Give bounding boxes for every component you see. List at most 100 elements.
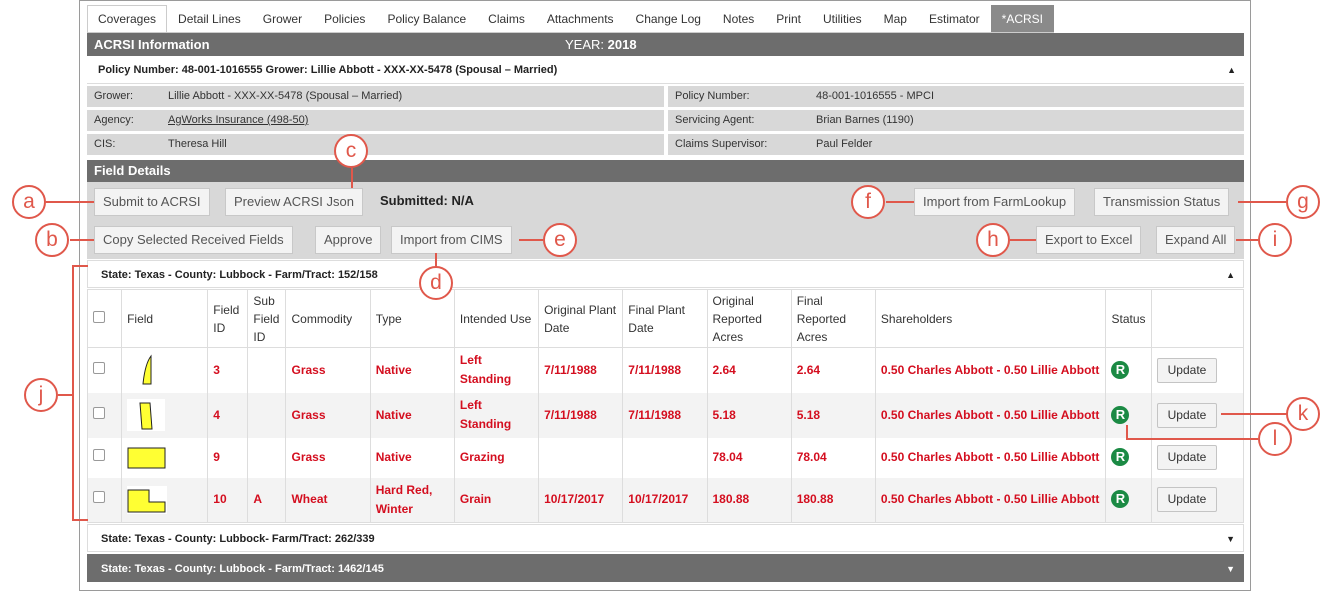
row-checkbox[interactable] — [93, 361, 105, 374]
grower-label: Grower: — [94, 90, 134, 102]
tab-acrsi[interactable]: *ACRSI — [990, 5, 1055, 32]
tab-detail-lines[interactable]: Detail Lines — [167, 5, 252, 32]
approve-button[interactable]: Approve — [315, 226, 382, 254]
callout-k-line — [1221, 413, 1287, 415]
policy-summary-row[interactable]: Policy Number: 48-001-1016555 Grower: Li… — [87, 57, 1244, 84]
policy-number-value: 48-001-1016555 - MPCI — [816, 90, 935, 102]
final-plant-date: 10/17/2017 — [622, 477, 708, 523]
policy-info-grid: Grower: Lillie Abbott - XXX-XX-5478 (Spou… — [87, 86, 1244, 159]
policy-number-cell: Policy Number: 48-001-1016555 - MPCI — [668, 86, 1244, 107]
callout-a-line — [46, 201, 94, 203]
tab-print[interactable]: Print — [765, 5, 812, 32]
import-from-cims-button[interactable]: Import from CIMS — [391, 226, 512, 254]
final-plant-date: 7/11/1988 — [622, 347, 708, 393]
preview-acrsi-json-button[interactable]: Preview ACRSI Json — [225, 188, 363, 216]
original-plant-date: 10/17/2017 — [538, 477, 624, 523]
update-button[interactable]: Update — [1156, 487, 1218, 513]
row-select-cell — [86, 347, 123, 393]
year-value: 2018 — [607, 37, 637, 52]
shareholders: 0.50 Charles Abbott - 0.50 Lillie Abbott — [874, 477, 1107, 523]
update-button[interactable]: Update — [1156, 445, 1218, 470]
table-row: 3 Grass Native Left Standing 7/11/1988 7… — [86, 347, 1245, 393]
tab-claims[interactable]: Claims — [477, 5, 536, 32]
field-shape-thumbnail[interactable] — [127, 354, 166, 387]
commodity: Grass — [285, 437, 371, 478]
field-details-title: Field Details — [94, 163, 171, 178]
caret-up-icon[interactable]: ▲ — [1226, 261, 1235, 289]
callout-c: c — [334, 134, 368, 168]
col-status: Status — [1105, 289, 1152, 348]
claims-supervisor-cell: Claims Supervisor: Paul Felder — [668, 134, 1244, 155]
field-shape-thumbnail[interactable] — [127, 444, 168, 471]
field-shape-thumbnail[interactable] — [127, 399, 166, 431]
status-badge: R — [1111, 360, 1130, 379]
action-cell: Update — [1150, 347, 1245, 393]
tab-bar: Coverages Detail Lines Grower Policies P… — [87, 5, 1055, 33]
original-acres: 2.64 — [706, 347, 792, 393]
tab-coverages[interactable]: Coverages — [87, 5, 168, 32]
commodity: Wheat — [285, 477, 371, 523]
tab-estimator[interactable]: Estimator — [918, 5, 991, 32]
tab-map[interactable]: Map — [873, 5, 918, 32]
table-header-row: Field Field ID Sub Field ID Commodity Ty… — [86, 289, 1245, 348]
select-all-checkbox[interactable] — [93, 310, 105, 323]
type: Hard Red, Winter — [369, 477, 455, 523]
col-commodity: Commodity — [285, 289, 371, 348]
import-from-farmlookup-button[interactable]: Import from FarmLookup — [914, 188, 1076, 216]
action-cell: Update — [1150, 477, 1245, 523]
callout-h-line — [1010, 239, 1036, 241]
submit-to-acrsi-button[interactable]: Submit to ACRSI — [94, 188, 210, 216]
commodity: Grass — [285, 347, 371, 393]
copy-selected-received-fields-button[interactable]: Copy Selected Received Fields — [94, 226, 293, 254]
farm-row-collapsed-selected[interactable]: State: Texas - County: Lubbock - Farm/Tr… — [87, 554, 1244, 582]
final-plant-date — [622, 437, 708, 478]
callout-j-bracket — [72, 265, 74, 520]
caret-down-icon[interactable]: ▼ — [1226, 555, 1235, 583]
field-details-header: Field Details — [87, 160, 1244, 182]
callout-l: l — [1258, 422, 1292, 456]
transmission-status-button[interactable]: Transmission Status — [1094, 188, 1230, 216]
expand-all-button[interactable]: Expand All — [1156, 226, 1236, 254]
cis-cell: CIS: Theresa Hill — [87, 134, 664, 155]
callout-b-line — [70, 239, 94, 241]
tab-grower[interactable]: Grower — [252, 5, 313, 32]
row-select-cell — [86, 477, 123, 523]
tab-utilities[interactable]: Utilities — [812, 5, 873, 32]
final-plant-date: 7/11/1988 — [622, 392, 708, 438]
row-select-cell — [86, 392, 123, 438]
farm-row-expanded[interactable]: State: Texas - County: Lubbock - Farm/Tr… — [87, 260, 1244, 288]
agency-link[interactable]: AgWorks Insurance (498-50) — [168, 114, 308, 126]
export-to-excel-button[interactable]: Export to Excel — [1036, 226, 1142, 254]
original-plant-date — [538, 437, 624, 478]
status-cell: R — [1105, 347, 1152, 393]
tab-change-log[interactable]: Change Log — [625, 5, 712, 32]
farm-row-collapsed[interactable]: State: Texas - County: Lubbock- Farm/Tra… — [87, 524, 1244, 552]
update-button[interactable]: Update — [1156, 402, 1218, 428]
tab-policies[interactable]: Policies — [313, 5, 376, 32]
tab-policy-balance[interactable]: Policy Balance — [376, 5, 477, 32]
tab-attachments[interactable]: Attachments — [536, 5, 625, 32]
row-checkbox[interactable] — [93, 406, 105, 419]
col-final-plant-date: Final Plant Date — [622, 289, 708, 348]
update-button[interactable]: Update — [1156, 357, 1218, 383]
tab-notes[interactable]: Notes — [712, 5, 765, 32]
col-shareholders: Shareholders — [874, 289, 1107, 348]
callout-k: k — [1286, 397, 1320, 431]
field-shape-thumbnail[interactable] — [127, 485, 168, 514]
original-plant-date: 7/11/1988 — [538, 392, 624, 438]
callout-l-line-v — [1126, 425, 1128, 439]
commodity: Grass — [285, 392, 371, 438]
caret-up-icon[interactable]: ▲ — [1227, 57, 1236, 84]
caret-down-icon[interactable]: ▼ — [1226, 525, 1235, 553]
field-id: 9 — [207, 437, 249, 478]
agency-label: Agency: — [94, 114, 134, 126]
year-display: YEAR: 2018 — [565, 33, 637, 56]
field-id: 10 — [207, 477, 249, 523]
row-checkbox[interactable] — [93, 449, 105, 461]
status-badge: R — [1111, 490, 1130, 509]
final-acres: 5.18 — [790, 392, 876, 438]
field-shape-cell — [121, 392, 209, 438]
submitted-status: Submitted: N/A — [380, 193, 474, 208]
sub-field-id — [247, 392, 287, 438]
row-checkbox[interactable] — [93, 491, 105, 504]
